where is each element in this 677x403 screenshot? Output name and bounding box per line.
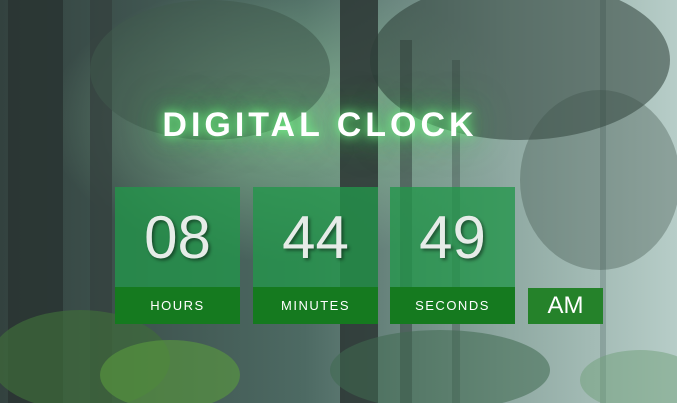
hours-value: 08 [115,187,240,287]
minutes-value: 44 [253,187,378,287]
hours-tile: 08 HOURS [115,187,240,324]
seconds-label: SECONDS [390,287,515,324]
seconds-value: 49 [390,187,515,287]
page-title: DIGITAL CLOCK [162,106,478,144]
period-badge: AM [528,288,603,324]
seconds-tile: 49 SECONDS [390,187,515,324]
hours-label: HOURS [115,287,240,324]
minutes-tile: 44 MINUTES [253,187,378,324]
minutes-label: MINUTES [253,287,378,324]
